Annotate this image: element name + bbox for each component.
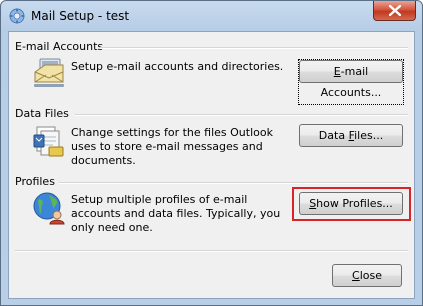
data-files-icon [33, 126, 64, 157]
data-files-button[interactable]: Data Files... [299, 124, 403, 147]
profiles-icon [33, 192, 65, 225]
profiles-heading: Profiles [15, 175, 55, 188]
window-close-button[interactable] [373, 1, 416, 21]
mail-setup-window: Mail Setup - test E-mail Accounts Setup … [0, 0, 423, 306]
close-button-label: Close [352, 269, 382, 282]
show-profiles-button[interactable]: Show Profiles... [299, 192, 403, 215]
profiles-divider [59, 182, 408, 184]
data-files-heading: Data Files [15, 107, 69, 120]
email-accounts-button[interactable]: E-mail Accounts... [298, 59, 404, 105]
title-bar[interactable]: Mail Setup - test [1, 1, 422, 31]
email-accounts-description: Setup e-mail accounts and directories. [71, 60, 284, 73]
data-files-button-label: Data Files... [318, 129, 384, 142]
window-title: Mail Setup - test [31, 9, 130, 23]
email-accounts-icon [34, 58, 64, 87]
close-button[interactable]: Close [332, 264, 402, 287]
dialog-client-area: E-mail Accounts Setup e-mail accounts an… [8, 31, 415, 299]
mail-setup-app-icon [9, 8, 25, 24]
email-accounts-heading: E-mail Accounts [15, 40, 104, 53]
footer-divider [15, 250, 408, 252]
close-x-icon [389, 5, 401, 16]
data-files-divider [75, 114, 408, 116]
data-files-description: Change settings for the files Outlook us… [71, 126, 273, 167]
show-profiles-button-label: Show Profiles... [309, 197, 393, 210]
profiles-description: Setup multiple profiles of e-mail accoun… [71, 193, 281, 234]
email-accounts-button-label: E-mail Accounts... [298, 59, 404, 105]
email-accounts-divider [100, 47, 408, 49]
